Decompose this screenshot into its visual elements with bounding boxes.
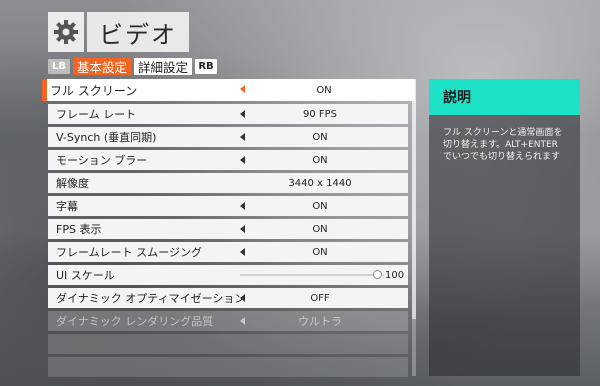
setting-value: ON	[312, 223, 328, 235]
setting-ui-scale[interactable]: UI スケール 100	[48, 265, 408, 285]
empty-row	[48, 357, 408, 377]
setting-label: フル スクリーン	[50, 83, 138, 98]
left-arrow-icon[interactable]	[240, 110, 245, 118]
tab-bar: LB 基本設定 詳細設定 RB	[48, 58, 218, 75]
setting-resolution[interactable]: 解像度 3440 x 1440	[48, 173, 408, 193]
setting-dynamic-render-quality: ダイナミック レンダリング品質 ウルトラ	[48, 311, 408, 331]
setting-label: UI スケール	[56, 269, 115, 282]
left-arrow-icon[interactable]	[240, 156, 245, 164]
description-text: フル スクリーンと通常画面を切り替えます。ALT+ENTER でいつでも切り替え…	[443, 128, 563, 162]
rb-button-hint[interactable]: RB	[195, 59, 218, 74]
left-arrow-icon[interactable]	[240, 85, 245, 93]
setting-label: V-Synch (垂直同期)	[56, 131, 157, 144]
setting-label: 解像度	[56, 177, 89, 190]
setting-subtitles[interactable]: 字幕 ON	[48, 196, 408, 216]
setting-label: ダイナミック レンダリング品質	[56, 315, 214, 328]
setting-value: 100	[385, 269, 405, 281]
setting-value: OFF	[310, 292, 330, 304]
left-arrow-icon[interactable]	[240, 202, 245, 210]
setting-label: FPS 表示	[56, 223, 102, 236]
left-arrow-icon[interactable]	[240, 248, 245, 256]
setting-value: ON	[312, 154, 328, 166]
scrollbar-thumb[interactable]	[412, 79, 416, 319]
setting-value: ON	[312, 246, 328, 258]
setting-label: ダイナミック オプティマイゼーション	[56, 292, 246, 305]
setting-value: ウルトラ	[298, 315, 342, 328]
setting-fullscreen[interactable]: フル スクリーン ON	[42, 79, 415, 101]
setting-value: ON	[312, 131, 328, 143]
left-arrow-icon[interactable]	[240, 225, 245, 233]
setting-value: ON	[316, 84, 332, 96]
setting-label: フレームレート スムージング	[56, 246, 202, 259]
description-title: 説明	[429, 79, 580, 115]
left-arrow-icon	[240, 317, 245, 325]
tab-basic-settings[interactable]: 基本設定	[73, 58, 132, 75]
setting-vsync[interactable]: V-Synch (垂直同期) ON	[48, 127, 408, 147]
lb-button-hint[interactable]: LB	[48, 59, 70, 74]
settings-list: フル スクリーン ON フレーム レート 90 FPS V-Synch (垂直同…	[42, 79, 415, 380]
ui-scale-slider-handle[interactable]	[373, 270, 382, 279]
page-header: ビデオ	[48, 12, 189, 52]
setting-value: 3440 x 1440	[288, 177, 352, 189]
ui-scale-slider-track[interactable]	[240, 274, 378, 276]
left-arrow-icon[interactable]	[240, 294, 245, 302]
setting-label: フレーム レート	[56, 108, 137, 121]
left-arrow-icon[interactable]	[240, 133, 245, 141]
setting-label: モーション ブラー	[56, 154, 148, 167]
gear-icon	[48, 12, 84, 52]
setting-fps-display[interactable]: FPS 表示 ON	[48, 219, 408, 239]
empty-row	[48, 334, 408, 354]
setting-motion-blur[interactable]: モーション ブラー ON	[48, 150, 408, 170]
setting-frame-rate[interactable]: フレーム レート 90 FPS	[48, 104, 408, 124]
setting-value: ON	[312, 200, 328, 212]
scrollbar[interactable]	[412, 79, 416, 376]
setting-value: 90 FPS	[302, 108, 338, 120]
setting-frame-smoothing[interactable]: フレームレート スムージング ON	[48, 242, 408, 262]
tab-advanced-settings[interactable]: 詳細設定	[134, 58, 193, 75]
setting-label: 字幕	[56, 200, 78, 213]
setting-dynamic-optimization[interactable]: ダイナミック オプティマイゼーション OFF	[48, 288, 408, 308]
page-title: ビデオ	[87, 12, 189, 52]
description-panel: 説明 フル スクリーンと通常画面を切り替えます。ALT+ENTER でいつでも切…	[429, 79, 580, 376]
